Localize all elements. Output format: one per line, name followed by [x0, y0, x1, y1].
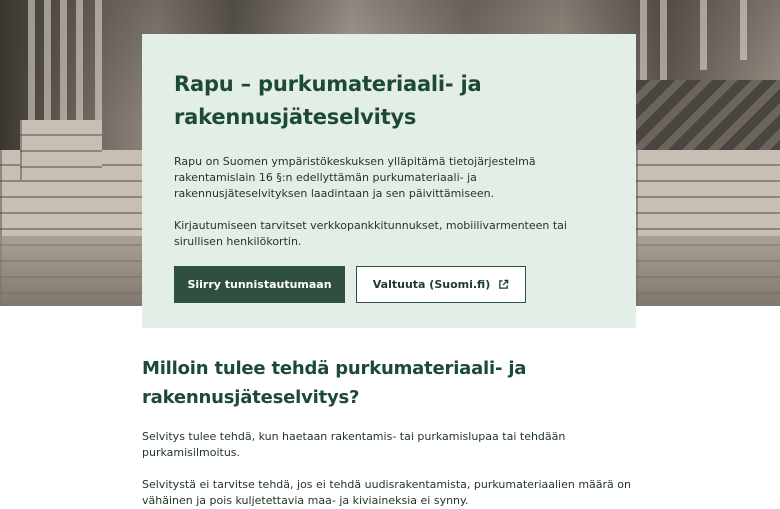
section-paragraph-2: Selvitystä ei tarvitse tehdä, jos ei teh…	[142, 478, 632, 507]
section-heading: Milloin tulee tehdä purkumateriaali- ja …	[142, 358, 527, 408]
when-section: Milloin tulee tehdä purkumateriaali- ja …	[142, 354, 642, 509]
page-title: Rapu – purkumateriaali- ja rakennusjätes…	[174, 72, 482, 129]
login-note: Kirjautumiseen tarvitset verkkopankkitun…	[174, 219, 567, 248]
action-buttons: Siirry tunnistautumaan Valtuuta (Suomi.f…	[174, 266, 604, 303]
intro-card: Rapu – purkumateriaali- ja rakennusjätes…	[142, 34, 636, 328]
intro-text: Rapu on Suomen ympäristökeskuksen ylläpi…	[174, 155, 536, 200]
authorize-button-label: Valtuuta (Suomi.fi)	[372, 278, 491, 291]
identify-button-label: Siirry tunnistautumaan	[187, 278, 332, 291]
section-paragraph-1: Selvitys tulee tehdä, kun haetaan rakent…	[142, 430, 566, 459]
external-link-icon	[498, 279, 509, 290]
authorize-suomifi-button[interactable]: Valtuuta (Suomi.fi)	[356, 266, 526, 303]
identify-button[interactable]: Siirry tunnistautumaan	[174, 266, 345, 303]
